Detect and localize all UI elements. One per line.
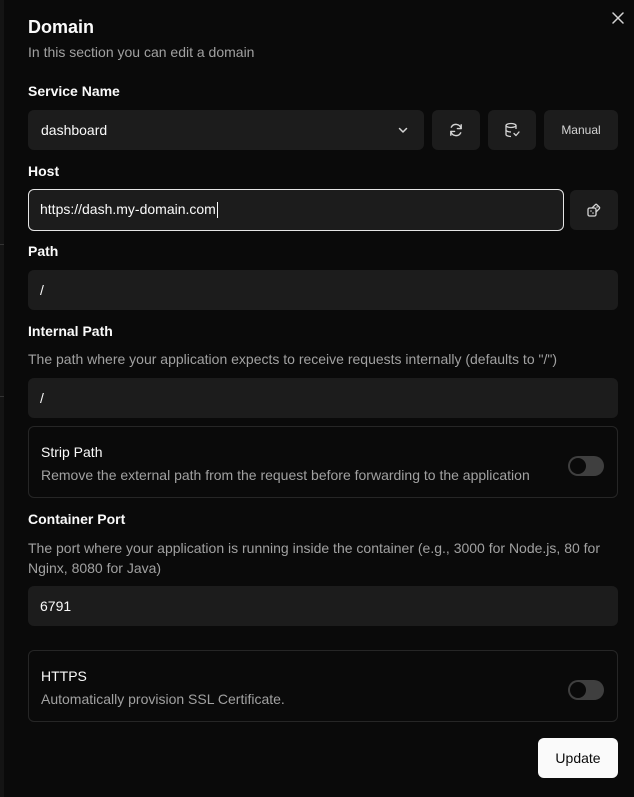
- close-icon: [612, 12, 624, 24]
- internal-path-label: Internal Path: [28, 323, 113, 339]
- https-toggle[interactable]: [568, 680, 604, 700]
- strip-path-title: Strip Path: [41, 444, 103, 460]
- host-label: Host: [28, 163, 60, 179]
- manual-button-label: Manual: [561, 123, 601, 137]
- host-value: https://dash.my-domain.com: [40, 201, 216, 217]
- strip-path-description: Remove the external path from the reques…: [41, 467, 530, 483]
- toggle-knob: [570, 682, 586, 698]
- refresh-button[interactable]: [432, 110, 480, 150]
- database-icon: [505, 122, 520, 138]
- service-name-select[interactable]: dashboard: [28, 110, 424, 150]
- https-card: HTTPS Automatically provision SSL Certif…: [28, 650, 618, 722]
- close-button[interactable]: [610, 10, 626, 26]
- https-description: Automatically provision SSL Certificate.: [41, 691, 285, 707]
- toggle-knob: [570, 458, 586, 474]
- manual-button[interactable]: Manual: [544, 110, 618, 150]
- container-port-input[interactable]: 6791: [28, 586, 618, 626]
- internal-path-help: The path where your application expects …: [28, 351, 557, 367]
- strip-path-card: Strip Path Remove the external path from…: [28, 426, 618, 498]
- container-port-label: Container Port: [28, 511, 126, 527]
- internal-path-input[interactable]: /: [28, 378, 618, 418]
- database-button[interactable]: [488, 110, 536, 150]
- dialog-subtitle: In this section you can edit a domain: [28, 44, 255, 60]
- dice-icon: [587, 203, 601, 217]
- service-name-label: Service Name: [28, 83, 120, 99]
- path-label: Path: [28, 243, 59, 259]
- text-caret: [216, 202, 218, 219]
- dialog-title: Domain: [28, 17, 95, 37]
- generate-domain-button[interactable]: [570, 190, 618, 230]
- host-input[interactable]: https://dash.my-domain.com: [28, 189, 564, 231]
- strip-path-toggle[interactable]: [568, 456, 604, 476]
- domain-dialog: Domain In this section you can edit a do…: [4, 0, 634, 797]
- update-button-label: Update: [555, 750, 601, 766]
- chevron-down-icon: [398, 127, 408, 133]
- https-title: HTTPS: [41, 668, 87, 684]
- refresh-icon: [450, 123, 462, 137]
- path-input[interactable]: /: [28, 270, 618, 310]
- update-button[interactable]: Update: [538, 738, 618, 778]
- path-value: /: [40, 282, 44, 298]
- internal-path-value: /: [40, 390, 44, 406]
- container-port-value: 6791: [40, 598, 72, 614]
- container-port-help: The port where your application is runni…: [28, 540, 600, 576]
- service-name-value: dashboard: [41, 122, 108, 138]
